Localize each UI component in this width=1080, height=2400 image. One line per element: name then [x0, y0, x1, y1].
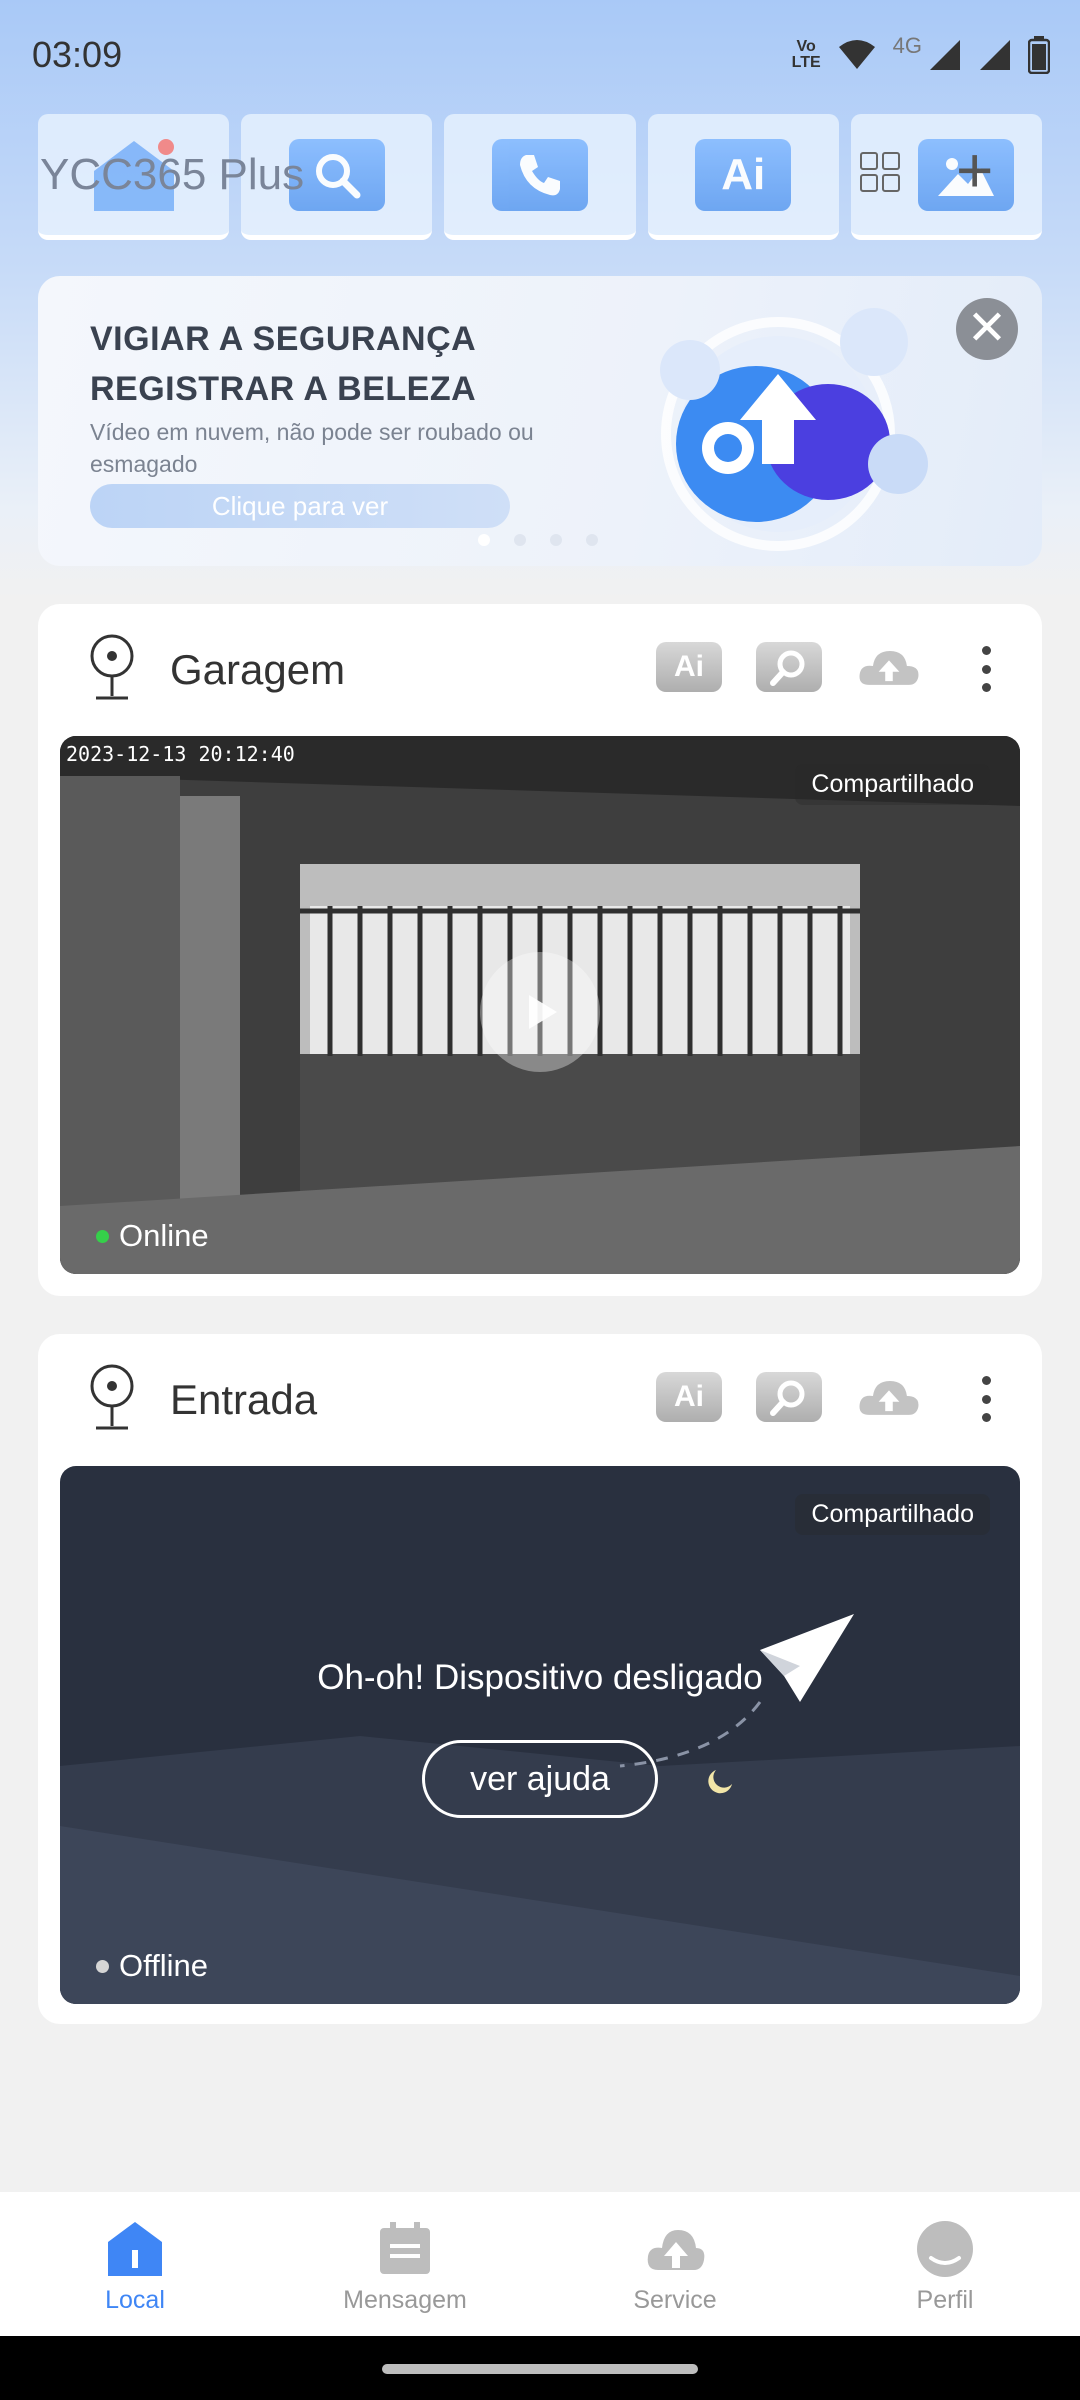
quick-action-ai[interactable]: Ai — [647, 114, 839, 240]
camera-device-icon — [90, 634, 134, 700]
nav-label: Local — [105, 2286, 165, 2314]
wifi-icon — [838, 40, 875, 69]
nav-label: Service — [633, 2286, 717, 2314]
help-button[interactable]: ver ajuda — [422, 1740, 658, 1818]
volte-icon: Vo LTE — [792, 39, 821, 71]
volte-bottom-text: LTE — [791, 54, 821, 71]
signal-icon — [930, 40, 960, 70]
nav-item-local[interactable]: Local — [0, 2192, 270, 2336]
play-button[interactable] — [480, 952, 600, 1072]
promo-banner[interactable]: VIGIAR A SEGURANÇA REGISTRAR A BELEZA Ví… — [38, 276, 1042, 566]
camera-device-icon — [90, 1364, 134, 1430]
pagination-dot[interactable] — [586, 534, 598, 546]
app-title: YCC365 Plus — [40, 150, 305, 199]
status-time: 03:09 — [32, 34, 123, 75]
play-icon — [529, 995, 557, 1029]
device-status: Offline — [96, 1948, 208, 1984]
device-name: Garagem — [170, 646, 346, 693]
video-timestamp: 2023-12-13 20:12:40 — [66, 742, 295, 766]
more-options-button[interactable] — [976, 646, 996, 692]
banner-title-line1: VIGIAR A SEGURANÇA — [90, 320, 477, 358]
cloud-upload-icon — [859, 650, 919, 685]
banner-close-button[interactable]: ✕ — [956, 298, 1018, 360]
nav-item-service[interactable]: Service — [540, 2192, 810, 2336]
signal-icon — [980, 40, 1010, 70]
profile-icon — [917, 2221, 973, 2277]
battery-icon — [1028, 36, 1050, 74]
nav-label: Mensagem — [343, 2286, 467, 2314]
home-gesture-handle[interactable] — [382, 2364, 698, 2374]
device-name: Entrada — [170, 1376, 318, 1423]
cloud-upload-button[interactable] — [856, 642, 922, 692]
cloud-upload-button[interactable] — [856, 1372, 922, 1422]
search-icon — [770, 650, 805, 686]
search-feature-button[interactable] — [756, 642, 822, 692]
cloud-upload-illustration — [660, 308, 928, 551]
ai-icon: Ai — [695, 138, 792, 211]
status-bar: 03:09 Vo LTE 4G — [0, 0, 1080, 110]
message-calendar-icon — [380, 2222, 430, 2274]
grid-view-icon[interactable] — [860, 152, 902, 194]
local-home-icon — [108, 2222, 162, 2276]
device-header: Entrada Ai — [38, 1334, 1042, 1464]
offline-message: Oh-oh! Dispositivo desligado — [317, 1658, 763, 1697]
online-indicator — [96, 1229, 109, 1243]
volte-top-text: Vo — [796, 38, 816, 55]
device-card-entrada: Entrada Ai Compartilhado Oh-oh! Disposit… — [38, 1334, 1042, 2024]
nav-label: Perfil — [916, 2286, 974, 2314]
banner-title: VIGIAR A SEGURANÇA REGISTRAR A BELEZA — [90, 314, 476, 414]
nav-item-perfil[interactable]: Perfil — [810, 2192, 1080, 2336]
ai-feature-button[interactable]: Ai — [656, 1372, 722, 1422]
banner-title-line2: REGISTRAR A BELEZA — [90, 370, 477, 408]
device-status-label: Offline — [119, 1948, 209, 1983]
banner-subtitle: Vídeo em nuvem, não pode ser roubado ou … — [90, 419, 534, 477]
device-header: Garagem Ai — [38, 604, 1042, 734]
shared-badge: Compartilhado — [795, 764, 990, 805]
phone-call-icon — [492, 138, 588, 211]
pagination-dot[interactable] — [514, 534, 526, 546]
more-options-button[interactable] — [976, 1376, 996, 1422]
network-type: 4G — [892, 33, 922, 58]
ai-feature-button[interactable]: Ai — [656, 642, 722, 692]
nav-item-mensagem[interactable]: Mensagem — [270, 2192, 540, 2336]
quick-action-call[interactable] — [444, 114, 636, 240]
camera-preview[interactable]: Compartilhado Oh-oh! Dispositivo desliga… — [60, 1466, 1020, 2004]
search-feature-button[interactable] — [756, 1372, 822, 1422]
device-status: Online — [96, 1218, 209, 1254]
search-icon — [770, 1380, 805, 1416]
cloud-service-icon — [647, 2230, 705, 2270]
camera-preview[interactable]: 2023-12-13 20:12:40 Compartilhado Online — [60, 736, 1020, 1274]
pagination-dot[interactable] — [550, 534, 562, 546]
add-device-button[interactable]: + — [956, 138, 993, 202]
system-navigation-bar — [0, 2336, 1080, 2400]
banner-pagination — [478, 534, 598, 546]
bottom-navigation: Local Mensagem Service Perfil — [0, 2192, 1080, 2336]
status-icons: Vo LTE 4G — [792, 33, 1050, 74]
offline-indicator — [96, 1959, 109, 1973]
banner-view-button[interactable]: Clique para ver — [90, 484, 510, 528]
device-card-garagem: Garagem Ai 2023-12-13 20:12:40 Compartil… — [38, 604, 1042, 1296]
pagination-dot[interactable] — [478, 534, 490, 546]
offline-illustration — [60, 1614, 1020, 2004]
device-status-label: Online — [119, 1218, 209, 1253]
cloud-upload-icon — [859, 1380, 919, 1415]
shared-badge: Compartilhado — [795, 1494, 990, 1535]
